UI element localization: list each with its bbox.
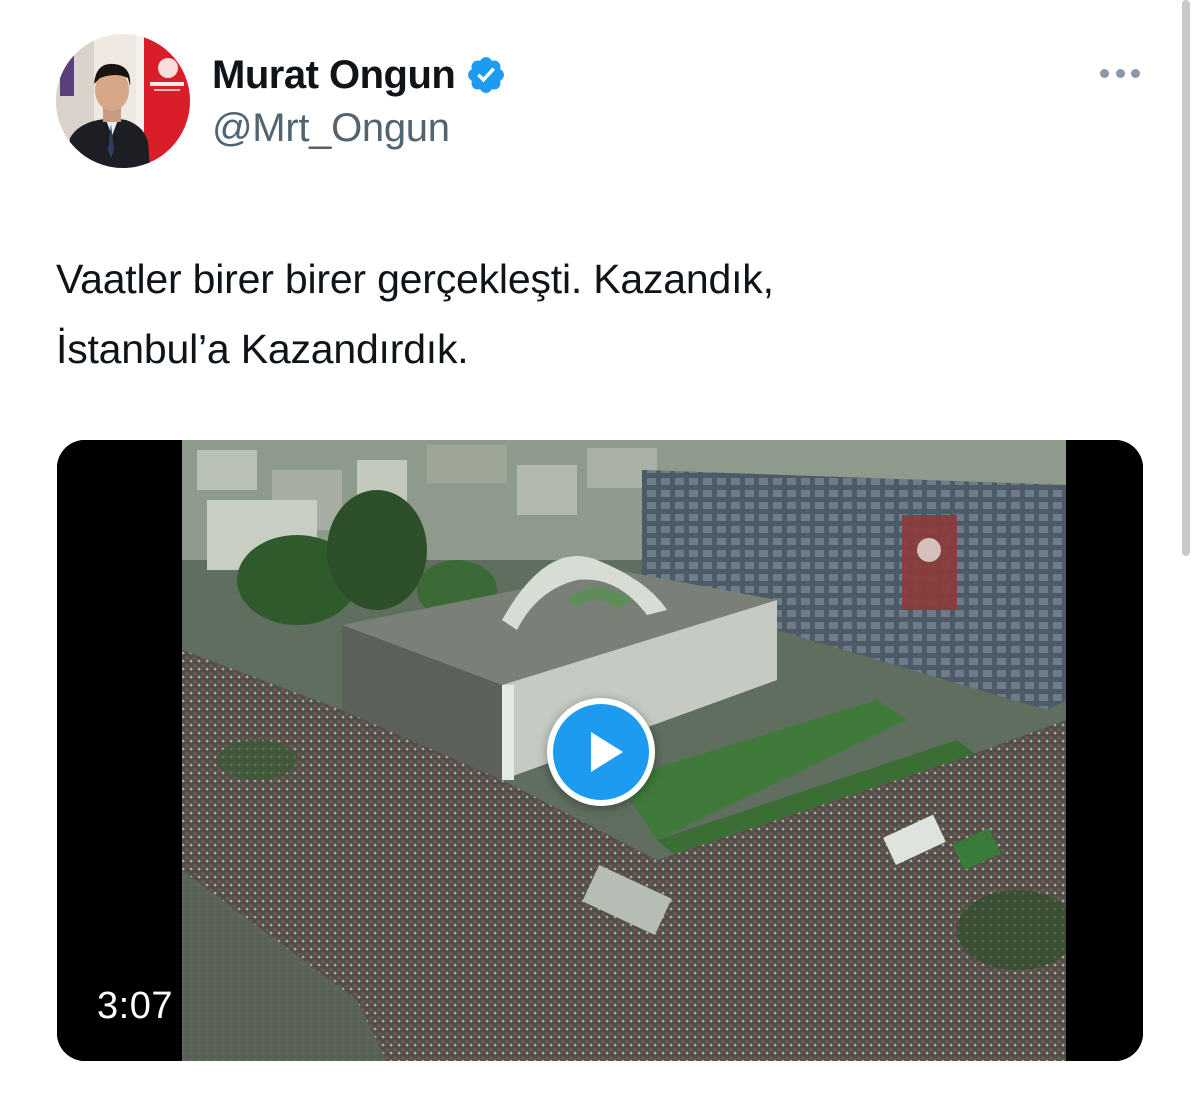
dot-icon [1131, 68, 1140, 78]
play-button[interactable] [547, 698, 655, 806]
author-name-row: Murat Ongun [212, 50, 507, 100]
tweet-text-line: İstanbul’a Kazandırdık. [56, 326, 469, 372]
author-display-name[interactable]: Murat Ongun [212, 53, 456, 98]
tweet: Murat Ongun @Mrt_Ongun Vaatler birer bir… [0, 0, 1200, 1110]
author-handle[interactable]: @Mrt_Ongun [212, 106, 450, 151]
avatar-image [56, 34, 190, 168]
dot-icon [1100, 68, 1109, 78]
video-duration: 3:07 [97, 985, 173, 1027]
more-options-icon[interactable] [1094, 58, 1146, 88]
play-icon [591, 732, 623, 772]
tweet-text-line: Vaatler birer birer gerçekleşti. Kazandı… [56, 256, 774, 302]
dot-icon [1115, 68, 1125, 78]
video-player[interactable]: 3:07 [57, 440, 1143, 1061]
tweet-text: Vaatler birer birer gerçekleşti. Kazandı… [56, 244, 1146, 384]
scrollbar[interactable] [1182, 0, 1190, 556]
avatar[interactable] [56, 34, 190, 168]
verified-badge-icon [465, 54, 507, 96]
